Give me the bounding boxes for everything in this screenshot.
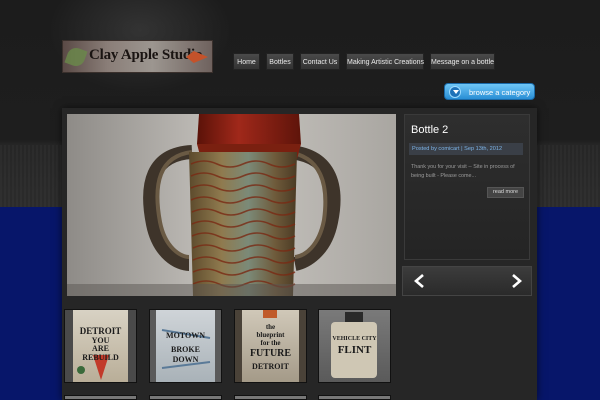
slider-prev-button[interactable] [405,267,435,295]
arrow-right-icon [512,274,522,288]
post-excerpt: Thank you for your visit -- Site in proc… [411,164,515,179]
thumbnail-text: FLINT [337,344,372,356]
browse-category-button[interactable]: browse a category [444,83,535,100]
thumbnail-text: BROKE [171,345,200,354]
thumbnail-text: the [265,323,276,331]
thumbnail-text: FUTURE [249,348,292,359]
thumbnail-text: REBUILD [82,353,119,362]
slider-next-button[interactable] [501,267,531,295]
bottle-photo [67,114,396,296]
arrow-left-icon [414,274,424,288]
thumbnail-text: for the [260,339,281,347]
thumbnail-text: blueprint [256,331,285,339]
thumbnail-text: ARE [92,344,109,353]
slider-controls [402,266,532,296]
logo-text: Clay Apple Studio [89,47,203,63]
thumbnail-text: VEHICLE CITY [332,336,377,342]
leaf-icon [64,45,88,69]
thumbnail-item[interactable] [234,395,307,400]
chevron-down-icon [449,86,461,98]
post-meta[interactable]: Posted by comicart | Sep 13th, 2012 [409,143,523,155]
thumbnail-text: DETROIT [252,362,289,371]
thumbnail-item[interactable]: VEHICLE CITY FLINT [318,309,391,383]
nav-item-home[interactable]: Home [233,53,260,70]
thumbnail-item[interactable]: the blueprint for the FUTURE DETROIT [234,309,307,383]
thumbnail-item[interactable] [64,395,137,400]
browse-category-label: browse a category [469,88,531,97]
read-more-button[interactable]: read more [487,187,524,198]
thumbnail-text: DOWN [172,355,199,364]
post-title[interactable]: Bottle 2 [411,124,448,136]
thumbnail-item[interactable]: DETROIT YOU ARE REBUILD [64,309,137,383]
nav-item-making-artistic-creations[interactable]: Making Artistic Creations [346,53,424,70]
featured-image[interactable] [67,114,396,296]
thumbnail-item[interactable]: MOTOWN BROKE DOWN [149,309,222,383]
nav-item-message-on-a-bottle[interactable]: Message on a bottle [430,53,495,70]
nav-item-contact-us[interactable]: Contact Us [300,53,340,70]
nav-item-bottles[interactable]: Bottles [266,53,294,70]
thumbnail-item[interactable] [318,395,391,400]
thumbnail-item[interactable] [149,395,222,400]
thumbnail-text: MOTOWN [166,331,205,340]
thumbnail-text: DETROIT [79,326,122,336]
site-logo[interactable]: Clay Apple Studio [62,40,213,73]
